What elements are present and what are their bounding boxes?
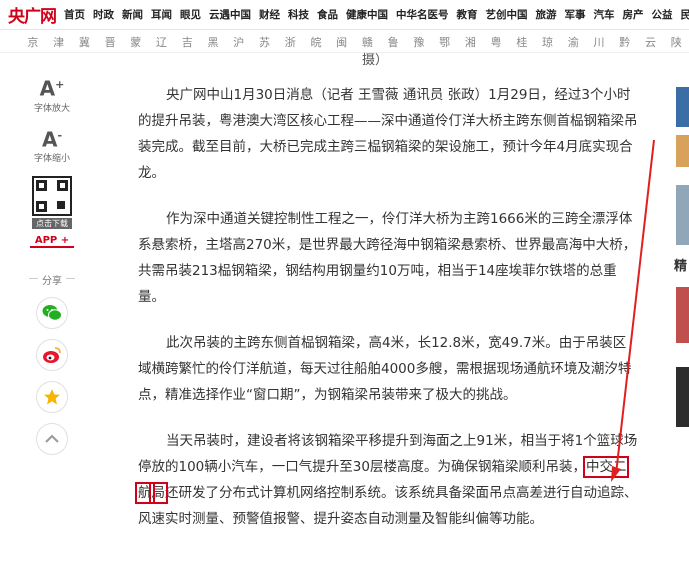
right-sidebar-cutoff: 精 <box>674 55 689 583</box>
province-link[interactable]: 豫 <box>406 34 432 50</box>
article-paragraph-2: 作为深中通道关键控制性工程之一，伶仃洋大桥为主跨1666米的三跨全漂浮体系悬索桥… <box>138 211 637 305</box>
app-download-qr[interactable]: 点击下载 <box>27 176 77 230</box>
province-link[interactable]: 鄂 <box>432 34 458 50</box>
thumbnail-image[interactable] <box>676 367 689 427</box>
province-link[interactable]: 浙 <box>277 34 303 50</box>
font-decrease-icon: A <box>41 127 58 152</box>
download-label: 点击下载 <box>32 218 72 230</box>
nav-link[interactable]: 眼见 <box>176 7 205 22</box>
province-link[interactable]: 晋 <box>97 34 123 50</box>
nav-link[interactable]: 财经 <box>255 7 284 22</box>
app-link[interactable]: APP + <box>30 235 74 249</box>
province-link[interactable]: 鲁 <box>380 34 406 50</box>
province-link[interactable]: 京 <box>20 34 46 50</box>
app-label: APP <box>34 235 58 247</box>
nav-link[interactable]: 旅游 <box>532 7 561 22</box>
province-link[interactable]: 桂 <box>509 34 535 50</box>
province-link[interactable]: 冀 <box>71 34 97 50</box>
qzone-share-button[interactable] <box>36 381 68 414</box>
article-paragraph-4: 当天吊装时，建设者将该钢箱梁平移提升到海面之上91米，相当于将1个篮球场停放的1… <box>134 428 638 532</box>
nav-link[interactable]: 房产 <box>619 7 648 22</box>
nav-link[interactable]: 首页 <box>60 7 89 22</box>
article-body: 摄） 央广网中山1月30日消息（记者 王雪薇 通讯员 张政）1月29日，经过3个… <box>134 50 638 552</box>
font-increase-label: 字体放大 <box>33 103 70 114</box>
province-link[interactable]: 黔 <box>612 34 638 50</box>
nav-link[interactable]: 中华名医号 <box>392 7 453 22</box>
province-link[interactable]: 苏 <box>252 34 278 50</box>
article-tools-sidebar: A+ 字体放大 A- 字体缩小 点击下载 APP + 分享 <box>27 75 77 456</box>
province-link[interactable]: 沪 <box>226 34 252 50</box>
nav-link[interactable]: 新闻 <box>118 7 147 22</box>
nav-link[interactable]: 艺创中国 <box>482 7 532 22</box>
wechat-share-button[interactable] <box>36 297 68 330</box>
thumbnail-image[interactable] <box>676 87 689 127</box>
nav-link[interactable]: 健康中国 <box>342 7 392 22</box>
nav-link[interactable]: 科技 <box>284 7 313 22</box>
nav-link[interactable]: 军事 <box>561 7 590 22</box>
province-link[interactable]: 蒙 <box>123 34 149 50</box>
article-paragraph-1: 央广网中山1月30日消息（记者 王雪薇 通讯员 张政）1月29日，经过3个小时的… <box>138 87 638 181</box>
font-decrease-label: 字体缩小 <box>33 154 70 165</box>
chevron-up-icon <box>45 434 59 444</box>
paragraph-4-text-a: 当天吊装时，建设者将该钢箱梁平移提升到海面之上91米，相当于将1个篮球场停放的1… <box>138 433 638 475</box>
province-link[interactable]: 吉 <box>174 34 200 50</box>
share-label: 分享 <box>27 272 77 287</box>
province-link[interactable]: 粤 <box>483 34 509 50</box>
weibo-icon <box>43 347 61 364</box>
thumbnail-image[interactable] <box>676 185 689 245</box>
nav-link[interactable]: 汽车 <box>590 7 619 22</box>
highlighted-term-part2: 局 <box>148 482 168 504</box>
nav-link[interactable]: 时政 <box>89 7 118 22</box>
province-link[interactable]: 云 <box>638 34 664 50</box>
province-link[interactable]: 渝 <box>560 34 586 50</box>
province-link[interactable]: 黑 <box>200 34 226 50</box>
province-link[interactable]: 皖 <box>303 34 329 50</box>
nav-link[interactable]: 民族 <box>677 7 689 22</box>
province-link[interactable]: 闽 <box>329 34 355 50</box>
photo-caption-tail: 摄） <box>362 53 389 68</box>
font-decrease-button[interactable]: A- 字体缩小 <box>27 126 77 165</box>
nav-links: 首页 时政 新闻 耳闻 眼见 云遇中国 财经 科技 食品 健康中国 中华名医号 教育 艺创中国 旅游 军事汽… <box>60 0 689 30</box>
site-logo[interactable]: 央广网 <box>0 0 60 30</box>
thumbnail-image[interactable] <box>676 287 689 343</box>
province-link[interactable]: 陕 <box>663 34 689 50</box>
nav-link[interactable]: 耳闻 <box>147 7 176 22</box>
font-increase-button[interactable]: A+ 字体放大 <box>27 75 77 114</box>
province-link[interactable]: 辽 <box>149 34 175 50</box>
qzone-star-icon <box>44 389 60 405</box>
section-heading-cutoff: 精 <box>674 259 688 274</box>
thumbnail-image[interactable] <box>676 135 689 167</box>
province-link[interactable]: 川 <box>586 34 612 50</box>
qr-code-icon <box>32 176 72 217</box>
back-to-top-button[interactable] <box>36 423 68 456</box>
paragraph-4-text-b: 还研发了分布式计算机网络控制系统。该系统具备梁面吊点高差进行自动追踪、风速实时测… <box>138 485 638 527</box>
font-increase-icon: A <box>39 76 56 101</box>
nav-link[interactable]: 云遇中国 <box>205 7 255 22</box>
province-link[interactable]: 赣 <box>355 34 381 50</box>
weibo-share-button[interactable] <box>36 339 68 372</box>
nav-link[interactable]: 食品 <box>313 7 342 22</box>
province-link[interactable]: 琼 <box>535 34 561 50</box>
province-link[interactable]: 津 <box>46 34 72 50</box>
wechat-icon <box>42 305 62 322</box>
top-nav: 央广网 首页 时政 新闻 耳闻 眼见 云遇中国 财经 科技 食品 健康中国 中华名医号 教育 艺创中国旅… <box>0 0 689 30</box>
province-link[interactable]: 湘 <box>457 34 483 50</box>
article-paragraph-3: 此次吊装的主跨东侧首榀钢箱梁，高4米，长12.8米，宽49.7米。由于吊装区域横… <box>138 335 632 403</box>
nav-link[interactable]: 公益 <box>648 7 677 22</box>
nav-link[interactable]: 教育 <box>453 7 482 22</box>
